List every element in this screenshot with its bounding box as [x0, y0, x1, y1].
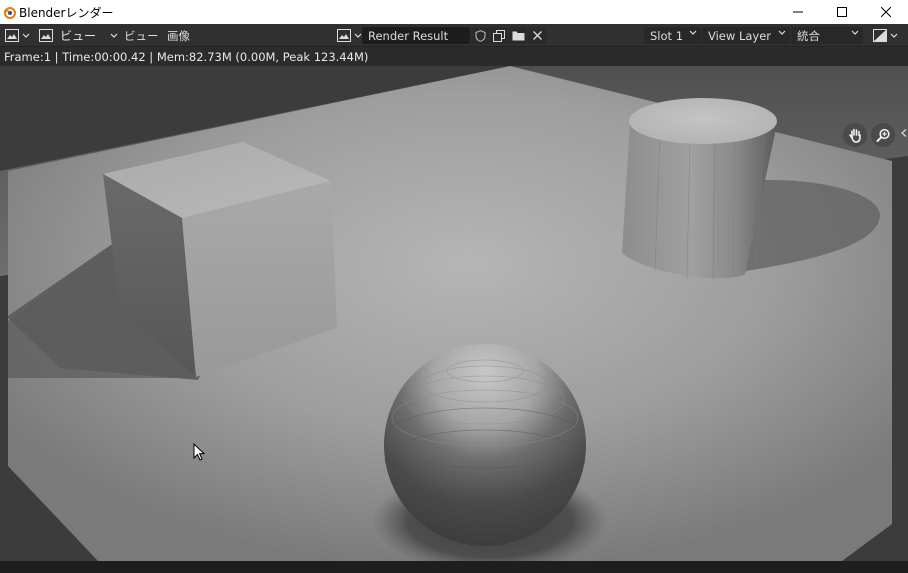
chevron-down-icon — [851, 30, 859, 36]
zoom-icon — [876, 128, 890, 142]
display-channels-dropdown[interactable] — [872, 27, 898, 44]
window-title: Blenderレンダー — [19, 5, 114, 20]
browse-image-dropdown[interactable] — [336, 27, 362, 44]
hand-icon — [848, 128, 861, 143]
mouse-cursor-icon — [193, 442, 206, 464]
chevron-down-icon — [22, 33, 30, 39]
open-image-button[interactable] — [509, 27, 527, 44]
view-mode-label: ビュー — [60, 29, 97, 43]
minimize-icon — [793, 11, 803, 13]
view-mode-dropdown[interactable]: ビュー — [38, 27, 118, 44]
close-button[interactable] — [864, 0, 908, 24]
render-result-image — [0, 66, 908, 561]
view-layer-dropdown[interactable]: View Layer — [702, 27, 790, 44]
image-name-field[interactable]: Render Result — [362, 27, 470, 44]
image-browse-icon — [336, 29, 352, 43]
chevron-left-icon — [900, 129, 906, 137]
render-info-bar: Frame:1 | Time:00:00.42 | Mem:82.73M (0.… — [0, 47, 908, 66]
sidebar-toggle[interactable] — [899, 126, 908, 140]
chevron-down-icon — [110, 33, 118, 39]
shield-icon — [475, 29, 485, 42]
menu-view[interactable]: ビュー — [124, 27, 159, 44]
chevron-down-icon — [778, 30, 786, 36]
maximize-button[interactable] — [820, 0, 864, 24]
chevron-down-icon — [890, 33, 898, 39]
render-pass-dropdown[interactable]: 統合 — [791, 27, 863, 44]
chevron-down-icon — [689, 30, 697, 36]
unlink-image-button[interactable] — [528, 27, 546, 44]
minimize-button[interactable] — [776, 0, 820, 24]
view-layer-label: View Layer — [708, 28, 772, 43]
slot-dropdown[interactable]: Slot 1 — [644, 27, 701, 44]
blender-logo-icon — [2, 5, 16, 19]
editor-type-dropdown[interactable] — [4, 27, 30, 44]
zoom-view-button[interactable] — [871, 123, 895, 147]
duplicate-icon — [493, 29, 505, 42]
new-image-button[interactable] — [490, 27, 508, 44]
image-editor-header: ビュー ビュー 画像 Render Result Slot 1 View Lay… — [0, 24, 908, 47]
folder-icon — [512, 31, 524, 41]
menu-image[interactable]: 画像 — [167, 27, 190, 44]
fake-user-button[interactable] — [471, 27, 489, 44]
pan-view-button[interactable] — [843, 123, 867, 147]
render-stats-text: Frame:1 | Time:00:00.42 | Mem:82.73M (0.… — [4, 49, 369, 64]
render-viewport[interactable] — [0, 66, 908, 561]
maximize-icon — [837, 7, 847, 17]
image-editor-icon — [4, 29, 20, 43]
display-channels-icon — [872, 29, 888, 43]
slot-label: Slot 1 — [650, 28, 684, 43]
close-icon — [881, 7, 891, 17]
render-pass-label: 統合 — [797, 28, 820, 43]
image-view-icon — [38, 29, 54, 43]
close-icon — [532, 31, 542, 40]
window-bottom-border — [0, 561, 908, 573]
chevron-down-icon — [354, 33, 362, 39]
window-titlebar: Blenderレンダー — [0, 0, 908, 24]
